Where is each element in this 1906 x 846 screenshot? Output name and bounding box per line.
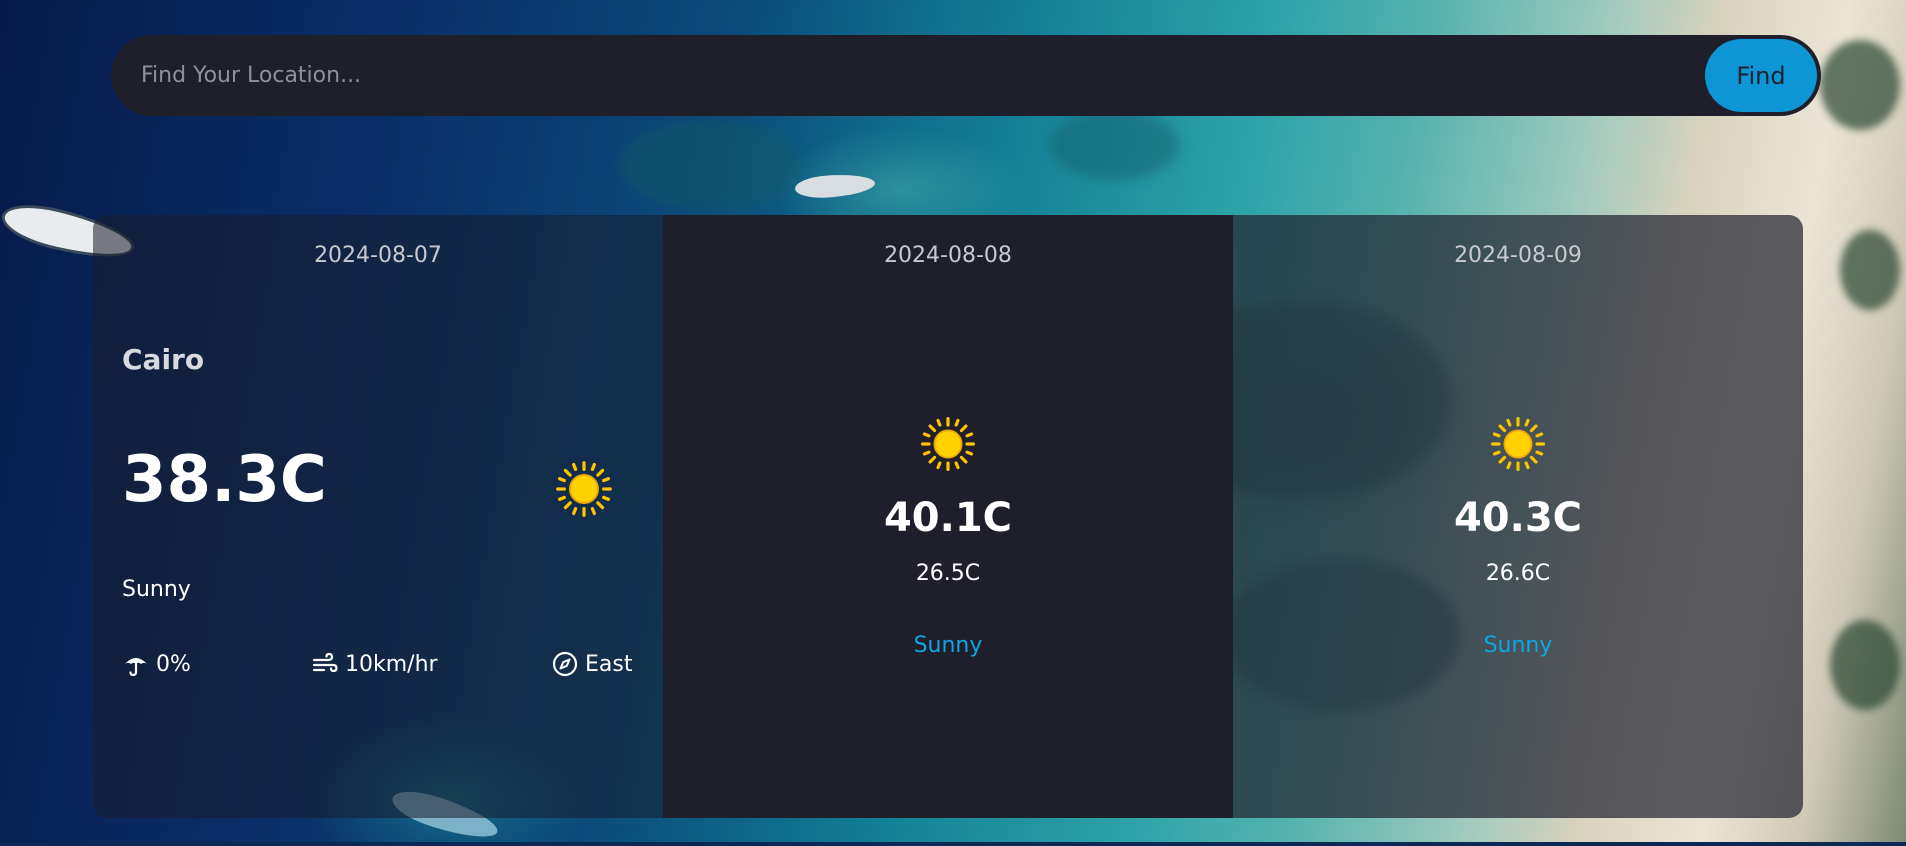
- search-input[interactable]: [111, 35, 1691, 116]
- wind-direction: East: [585, 651, 633, 677]
- current-condition: Sunny: [122, 577, 191, 602]
- today-date: 2024-08-07: [314, 243, 442, 268]
- rain-stat: 0%: [122, 650, 191, 678]
- search-bar: Find: [111, 35, 1821, 116]
- forecast-container: 2024-08-07 Cairo 38.3C Sunny 0% 10km/hr …: [93, 215, 1803, 818]
- sun-icon: [556, 461, 612, 517]
- wind-speed: 10km/hr: [345, 651, 438, 677]
- weather-stats: 0% 10km/hr East: [122, 650, 642, 684]
- wind-direction-stat: East: [551, 650, 632, 678]
- max-temperature: 40.3C: [1453, 495, 1583, 541]
- sun-icon: [921, 417, 975, 471]
- city-name: Cairo: [122, 343, 205, 376]
- forecast-condition: Sunny: [913, 633, 983, 658]
- umbrella-icon: [125, 658, 147, 677]
- find-button[interactable]: Find: [1705, 39, 1817, 112]
- rain-chance: 0%: [156, 651, 191, 677]
- current-temperature: 38.3C: [122, 443, 327, 517]
- max-temperature: 40.1C: [883, 495, 1013, 541]
- min-temperature: 26.5C: [915, 561, 981, 586]
- boat-image: [794, 172, 876, 200]
- forecast-date: 2024-08-08: [884, 243, 1012, 268]
- min-temperature: 26.6C: [1485, 561, 1551, 586]
- wind-stat: 10km/hr: [311, 650, 438, 678]
- compass-icon: [552, 651, 578, 677]
- forecast-card: 2024-08-09 40.3C 26.6C Sunny: [1233, 215, 1803, 818]
- forecast-card: 2024-08-08 40.1C 26.5C Sunny: [663, 215, 1233, 818]
- forecast-date: 2024-08-09: [1454, 243, 1582, 268]
- sun-icon: [1491, 417, 1545, 471]
- forecast-condition: Sunny: [1483, 633, 1553, 658]
- today-card: 2024-08-07 Cairo 38.3C Sunny 0% 10km/hr …: [93, 215, 663, 818]
- wind-icon: [312, 652, 338, 673]
